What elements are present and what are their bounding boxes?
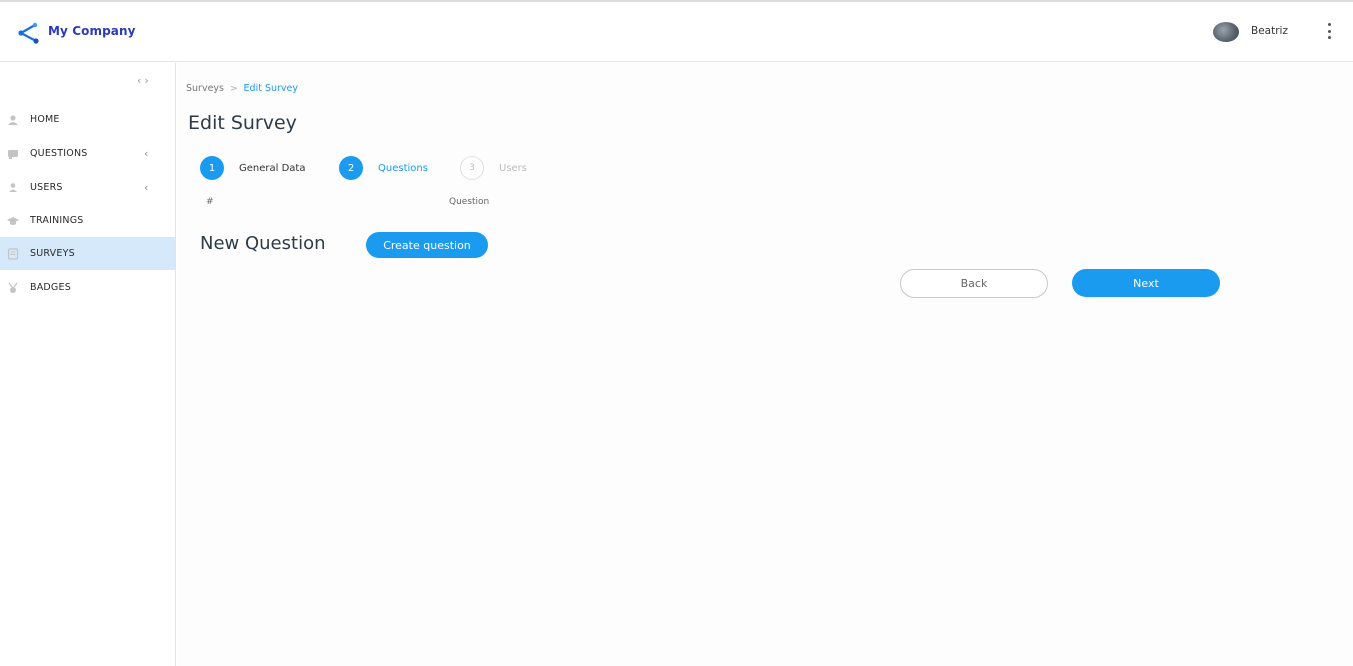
sidebar-item-label: TRAININGS: [30, 215, 84, 226]
column-header-question: Question: [449, 197, 490, 207]
avatar[interactable]: [1213, 22, 1239, 42]
questions-icon: [7, 148, 19, 160]
graduation-cap-icon: [7, 215, 19, 227]
user-icon: [7, 182, 19, 194]
new-question-title: New Question: [200, 233, 326, 254]
sidebar: ‹› HOME QUESTIONS ‹ USERS ‹ TRAININGS SU…: [0, 63, 176, 666]
more-vertical-icon[interactable]: [1322, 21, 1336, 41]
sidebar-item-questions[interactable]: QUESTIONS ‹: [0, 137, 175, 170]
step-label: Users: [499, 162, 528, 174]
sidebar-item-label: SURVEYS: [30, 248, 75, 259]
step-label: General Data: [239, 162, 306, 174]
app-header: My Company Beatriz: [0, 2, 1353, 62]
chevron-left-icon: ‹: [144, 147, 149, 160]
breadcrumb: Surveys > Edit Survey: [186, 83, 298, 94]
step-number: 2: [339, 156, 363, 180]
breadcrumb-surveys-link[interactable]: Surveys: [186, 83, 224, 94]
survey-icon: [7, 247, 19, 260]
sidebar-item-home[interactable]: HOME: [0, 103, 175, 136]
page-title: Edit Survey: [188, 112, 297, 134]
sidebar-item-surveys[interactable]: SURVEYS: [0, 237, 175, 270]
column-header-number: #: [206, 197, 214, 207]
sidebar-item-label: BADGES: [30, 282, 71, 293]
company-logo-icon[interactable]: [17, 21, 41, 45]
step-general-data[interactable]: 1 General Data: [200, 156, 305, 180]
brand-name[interactable]: My Company: [48, 24, 136, 38]
collapse-sidebar-icon[interactable]: ‹›: [137, 74, 152, 87]
main-content: Surveys > Edit Survey Edit Survey 1 Gene…: [177, 63, 1353, 666]
step-number: 3: [460, 156, 484, 180]
breadcrumb-current: Edit Survey: [243, 83, 299, 94]
chevron-left-icon: ‹: [144, 181, 149, 194]
breadcrumb-separator: >: [230, 83, 238, 94]
create-question-button[interactable]: Create question: [366, 232, 488, 258]
badge-icon: [7, 282, 19, 294]
sidebar-item-label: HOME: [30, 114, 60, 125]
username[interactable]: Beatriz: [1251, 25, 1288, 37]
step-label: Questions: [378, 162, 428, 174]
back-button[interactable]: Back: [900, 269, 1048, 298]
sidebar-item-users[interactable]: USERS ‹: [0, 171, 175, 204]
home-icon: [7, 114, 19, 126]
step-number: 1: [200, 156, 224, 180]
sidebar-item-trainings[interactable]: TRAININGS: [0, 204, 175, 237]
sidebar-item-label: QUESTIONS: [30, 148, 88, 159]
step-users[interactable]: 3 Users: [460, 156, 527, 180]
step-questions[interactable]: 2 Questions: [339, 156, 428, 180]
sidebar-item-badges[interactable]: BADGES: [0, 271, 175, 304]
next-button[interactable]: Next: [1072, 269, 1220, 297]
sidebar-item-label: USERS: [30, 182, 63, 193]
